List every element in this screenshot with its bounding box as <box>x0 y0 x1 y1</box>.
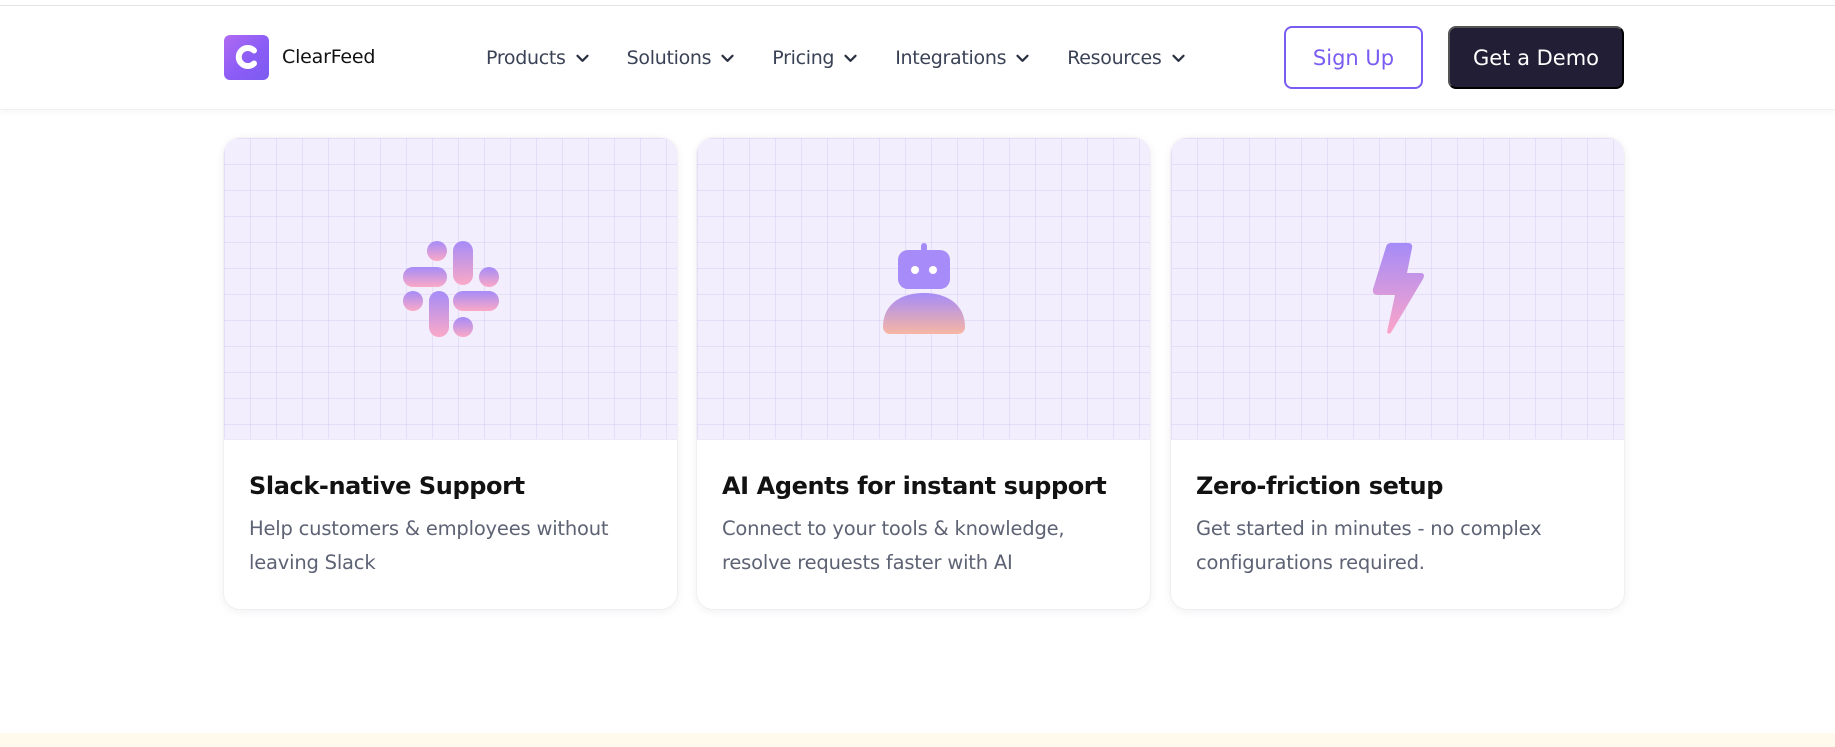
nav-item-products[interactable]: Products <box>486 47 589 69</box>
card-description: Connect to your tools & knowledge, resol… <box>722 517 1065 574</box>
nav-item-integrations[interactable]: Integrations <box>895 47 1029 69</box>
logo-name: ClearFeed <box>282 46 376 68</box>
card-illustration <box>224 138 677 440</box>
chevron-down-icon <box>1171 54 1185 62</box>
card-title: AI Agents for instant support <box>722 472 1107 500</box>
nav-item-resources[interactable]: Resources <box>1067 47 1185 69</box>
nav-label: Resources <box>1067 47 1162 69</box>
feature-card-ai-agents: AI Agents for instant support Connect to… <box>697 138 1150 609</box>
feature-card-zero-friction: Zero-friction setup Get started in minut… <box>1171 138 1624 609</box>
card-illustration <box>1171 138 1624 440</box>
card-description: Get started in minutes - no complex conf… <box>1196 517 1542 574</box>
chevron-down-icon <box>721 54 734 62</box>
next-section-band <box>0 733 1835 747</box>
card-illustration <box>697 138 1150 440</box>
chevron-down-icon <box>576 54 589 62</box>
logo-mark <box>224 34 269 80</box>
slack-icon <box>402 240 499 337</box>
nav-label: Pricing <box>772 47 835 69</box>
logo-link[interactable]: ClearFeed <box>224 34 375 80</box>
nav-label: Solutions <box>626 47 712 69</box>
chevron-down-icon <box>844 54 857 62</box>
feature-card-slack: Slack-native Support Help customers & em… <box>224 138 677 609</box>
lightning-icon <box>1372 242 1424 334</box>
card-body: AI Agents for instant support Connect to… <box>697 440 1150 580</box>
logo-c-icon <box>235 45 257 69</box>
nav-label: Products <box>486 47 566 69</box>
card-description: Help customers & employees without leavi… <box>249 517 609 574</box>
card-body: Slack-native Support Help customers & em… <box>224 440 677 580</box>
card-title: Slack-native Support <box>249 472 525 500</box>
robot-icon <box>882 242 965 334</box>
sign-up-button[interactable]: Sign Up <box>1284 26 1423 89</box>
get-a-demo-button[interactable]: Get a Demo <box>1448 26 1624 89</box>
feature-cards: Slack-native Support Help customers & em… <box>224 138 1624 609</box>
nav-item-pricing[interactable]: Pricing <box>772 47 857 69</box>
card-body: Zero-friction setup Get started in minut… <box>1171 440 1624 580</box>
nav-label: Integrations <box>895 47 1007 69</box>
nav-item-solutions[interactable]: Solutions <box>627 47 735 69</box>
card-title: Zero-friction setup <box>1196 472 1444 500</box>
main-nav: Products Solutions Pricing Integrations … <box>486 44 1223 72</box>
chevron-down-icon <box>1016 54 1029 62</box>
site-header: ClearFeed Products Solutions Pricing Int… <box>0 6 1835 110</box>
